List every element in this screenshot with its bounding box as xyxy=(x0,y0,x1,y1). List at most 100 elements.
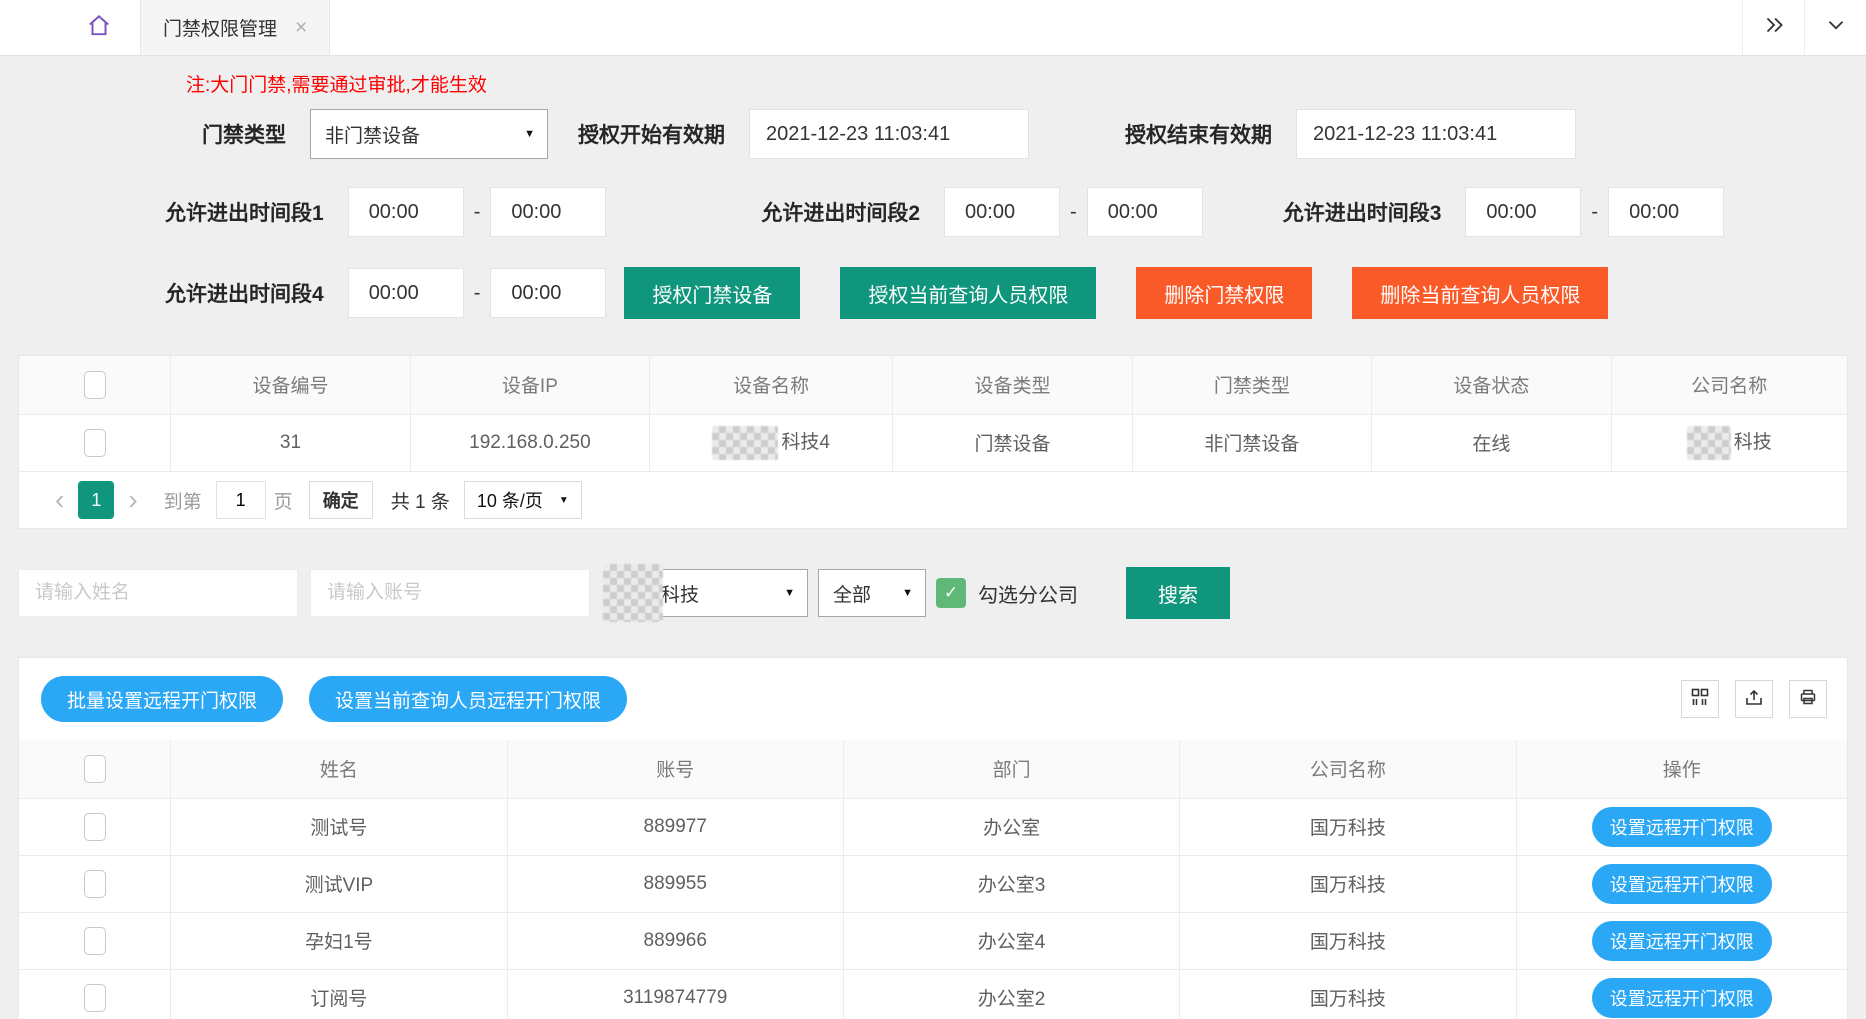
period3-start-input[interactable] xyxy=(1465,187,1581,237)
company-cell: 国万科技 xyxy=(1180,798,1516,855)
door-type-label: 门禁类型 xyxy=(202,119,286,149)
period4-start-input[interactable] xyxy=(348,268,464,318)
table-row: 测试VIP 889955 办公室3 国万科技 设置远程开门权限 xyxy=(19,855,1847,912)
per-page-value: 10 条/页 xyxy=(477,487,543,513)
table-row: 测试号 889977 办公室 国万科技 设置远程开门权限 xyxy=(19,798,1847,855)
company-select[interactable]: 科技 ▼ xyxy=(646,569,808,617)
account-search-input[interactable] xyxy=(310,569,590,617)
search-button[interactable]: 搜索 xyxy=(1126,567,1230,619)
col-company: 公司名称 xyxy=(1180,740,1516,798)
select-all-people-checkbox[interactable] xyxy=(84,755,106,783)
redacted-mosaic xyxy=(1687,426,1731,460)
export-button[interactable] xyxy=(1735,680,1773,718)
per-page-select[interactable]: 10 条/页 ▼ xyxy=(464,481,582,519)
auth-start-label: 授权开始有效期 xyxy=(578,119,725,149)
select-arrow-icon: ▼ xyxy=(524,128,535,140)
device-row-checkbox[interactable] xyxy=(84,429,106,457)
filter-columns-button[interactable] xyxy=(1681,680,1719,718)
branch-company-checkbox[interactable]: ✓ xyxy=(936,578,966,608)
select-arrow-icon: ▼ xyxy=(559,495,569,506)
col-device-ip: 设备IP xyxy=(410,356,649,414)
expand-tabs-button[interactable] xyxy=(1742,0,1804,55)
person-name-cell: 孕妇1号 xyxy=(171,912,507,969)
set-remote-open-button[interactable]: 设置远程开门权限 xyxy=(1592,978,1772,1018)
period3-end-input[interactable] xyxy=(1608,187,1724,237)
device-table: 设备编号 设备IP 设备名称 设备类型 门禁类型 设备状态 公司名称 31 19… xyxy=(19,356,1847,471)
period2-end-input[interactable] xyxy=(1087,187,1203,237)
door-type-select[interactable]: 非门禁设备 ▼ xyxy=(310,109,548,159)
account-cell: 3119874779 xyxy=(507,969,843,1019)
scope-select[interactable]: 全部 ▼ xyxy=(818,569,926,617)
col-company-name: 公司名称 xyxy=(1611,356,1847,414)
period1-label: 允许进出时间段1 xyxy=(165,197,324,227)
delete-people-permission-button[interactable]: 删除当前查询人员权限 xyxy=(1352,267,1608,319)
current-page-button[interactable]: 1 xyxy=(78,481,114,519)
tab-menu-button[interactable] xyxy=(1804,0,1866,55)
notice-text: 注:大门门禁,需要通过审批,才能生效 xyxy=(186,70,1866,97)
redacted-mosaic xyxy=(712,426,778,460)
period1-start-input[interactable] xyxy=(348,187,464,237)
home-button[interactable] xyxy=(0,0,140,55)
main-content: 注:大门门禁,需要通过审批,才能生效 门禁类型 非门禁设备 ▼ 授权开始有效期 … xyxy=(0,70,1866,1019)
set-remote-open-button[interactable]: 设置远程开门权限 xyxy=(1592,864,1772,904)
person-row-checkbox[interactable] xyxy=(84,927,106,955)
account-cell: 889977 xyxy=(507,798,843,855)
device-status-cell: 在线 xyxy=(1372,414,1611,471)
auth-end-input[interactable] xyxy=(1296,109,1576,159)
person-name-cell: 订阅号 xyxy=(171,969,507,1019)
tab-title: 门禁权限管理 xyxy=(163,14,277,41)
auth-end-label: 授权结束有效期 xyxy=(1125,119,1272,149)
next-page-icon[interactable]: › xyxy=(114,486,151,514)
col-account: 账号 xyxy=(507,740,843,798)
select-arrow-icon: ▼ xyxy=(784,587,795,599)
page-unit-label: 页 xyxy=(274,487,293,514)
prev-page-icon[interactable]: ‹ xyxy=(41,486,78,514)
device-ip-cell: 192.168.0.250 xyxy=(410,414,649,471)
period2-label: 允许进出时间段2 xyxy=(761,197,920,227)
door-type-value: 非门禁设备 xyxy=(325,121,420,148)
department-cell: 办公室 xyxy=(843,798,1179,855)
account-cell: 889955 xyxy=(507,855,843,912)
col-door-type: 门禁类型 xyxy=(1132,356,1371,414)
tab-close-icon[interactable]: × xyxy=(295,17,307,38)
authorize-people-button[interactable]: 授权当前查询人员权限 xyxy=(840,267,1096,319)
device-table-card: 设备编号 设备IP 设备名称 设备类型 门禁类型 设备状态 公司名称 31 19… xyxy=(18,355,1848,529)
col-actions: 操作 xyxy=(1516,740,1847,798)
auth-start-input[interactable] xyxy=(749,109,1029,159)
print-button[interactable] xyxy=(1789,680,1827,718)
select-all-devices-checkbox[interactable] xyxy=(84,371,106,399)
person-row-checkbox[interactable] xyxy=(84,813,106,841)
department-cell: 办公室4 xyxy=(843,912,1179,969)
set-remote-open-button[interactable]: 设置远程开门权限 xyxy=(1592,807,1772,847)
goto-page-label: 到第 xyxy=(164,487,202,514)
period2-start-input[interactable] xyxy=(944,187,1060,237)
person-row-checkbox[interactable] xyxy=(84,870,106,898)
device-type-cell: 门禁设备 xyxy=(893,414,1132,471)
confirm-page-button[interactable]: 确定 xyxy=(309,481,373,519)
branch-company-label: 勾选分公司 xyxy=(978,579,1078,608)
chevron-down-icon xyxy=(1823,12,1849,43)
batch-remote-open-button[interactable]: 批量设置远程开门权限 xyxy=(41,676,283,722)
delete-device-permission-button[interactable]: 删除门禁权限 xyxy=(1136,267,1312,319)
columns-filter-icon xyxy=(1690,687,1710,712)
people-table: 姓名 账号 部门 公司名称 操作 测试号 889977 办公室 国万科技 设置远… xyxy=(19,740,1847,1019)
set-remote-open-button[interactable]: 设置远程开门权限 xyxy=(1592,921,1772,961)
company-cell: 国万科技 xyxy=(1180,969,1516,1019)
device-table-row: 31 192.168.0.250 科技4 门禁设备 非门禁设备 在线 科技 xyxy=(19,414,1847,471)
device-table-header-row: 设备编号 设备IP 设备名称 设备类型 门禁类型 设备状态 公司名称 xyxy=(19,356,1847,414)
redacted-mosaic xyxy=(603,564,663,622)
col-device-type: 设备类型 xyxy=(893,356,1132,414)
people-table-header-row: 姓名 账号 部门 公司名称 操作 xyxy=(19,740,1847,798)
authorize-device-button[interactable]: 授权门禁设备 xyxy=(624,267,800,319)
goto-page-input[interactable] xyxy=(216,481,266,519)
person-row-checkbox[interactable] xyxy=(84,984,106,1012)
device-table-pagination: ‹ 1 › 到第 页 确定 共 1 条 10 条/页 ▼ xyxy=(19,471,1847,528)
period4-end-input[interactable] xyxy=(490,268,606,318)
name-search-input[interactable] xyxy=(18,569,298,617)
col-device-status: 设备状态 xyxy=(1372,356,1611,414)
dash-separator: - xyxy=(474,201,481,224)
current-query-remote-open-button[interactable]: 设置当前查询人员远程开门权限 xyxy=(309,676,627,722)
period1-end-input[interactable] xyxy=(490,187,606,237)
export-icon xyxy=(1744,687,1764,712)
tab-door-permission[interactable]: 门禁权限管理 × xyxy=(140,0,330,55)
